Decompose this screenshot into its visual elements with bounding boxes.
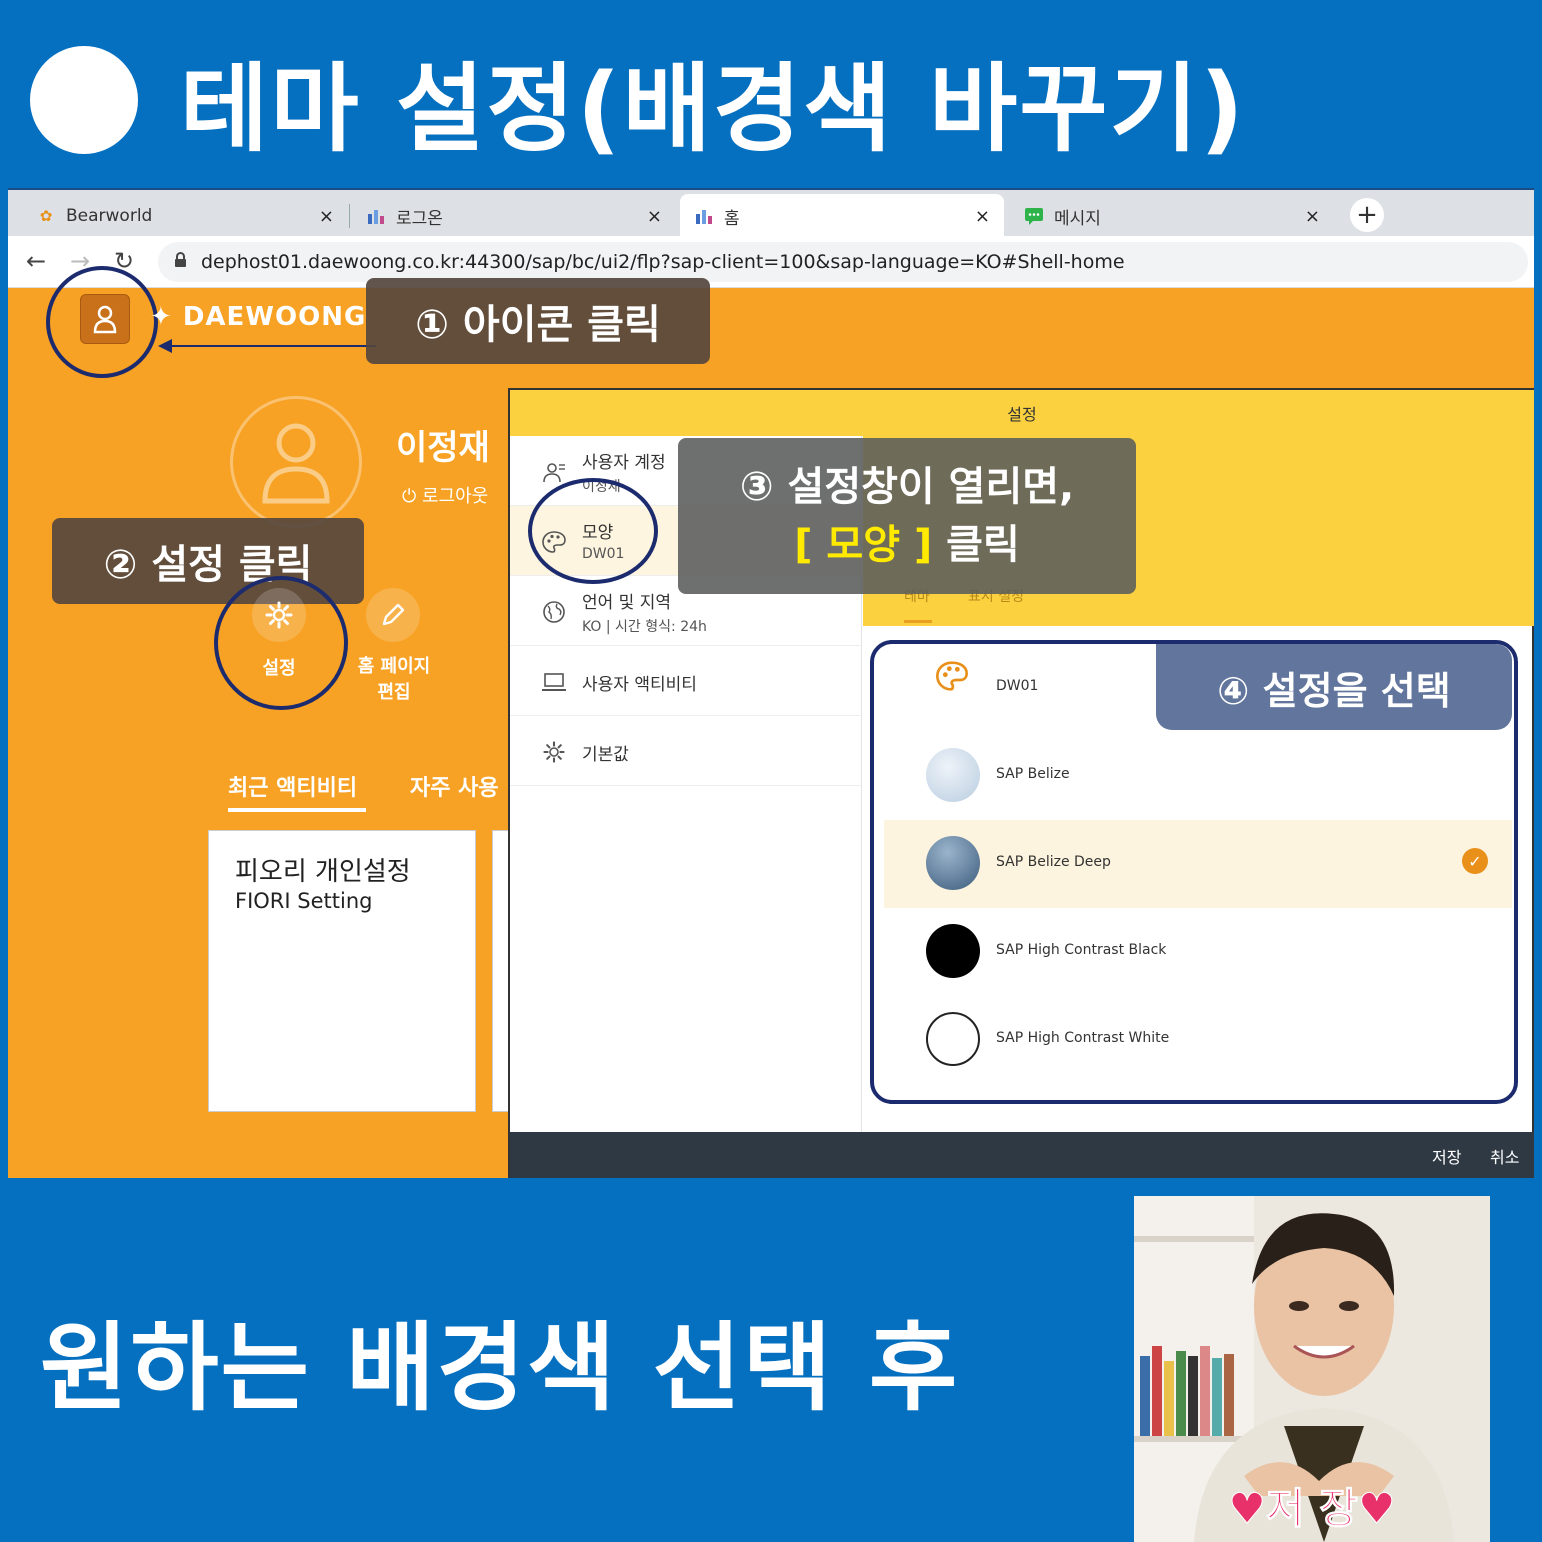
tab-logon[interactable]: 로그온 × — [352, 194, 676, 238]
theme-list: DW01 SAP Belize SAP Belize Deep ✓ SAP Hi… — [870, 640, 1518, 1104]
globe-icon — [540, 598, 568, 626]
arrow-head-icon — [158, 339, 172, 353]
new-tab-button[interactable]: + — [1350, 198, 1384, 232]
bottom-caption: 원하는 배경색 선택 후 — [40, 1312, 960, 1424]
cancel-button[interactable]: 취소 — [1490, 1144, 1519, 1168]
close-tab-icon[interactable]: × — [1305, 206, 1320, 227]
highlight-ring-avatar — [46, 266, 158, 378]
power-icon: ⏻ — [402, 486, 422, 507]
pencil-icon — [382, 603, 405, 626]
photo-caption: ♥저 장♥ — [1228, 1484, 1396, 1534]
browser-tab-bar: ✿ Bearworld × 로그온 × 홈 × 메시지 × + — [8, 188, 1534, 238]
chat-favicon-icon — [1024, 206, 1044, 226]
settings-dialog: 설정 사용자 계정 이정재 모양 DW01 언어 및 지역 KO | 시간 형식… — [508, 388, 1534, 1178]
tab-recent-activity[interactable]: 최근 액티비티 — [228, 770, 357, 802]
palette-icon — [934, 660, 970, 696]
logout-link[interactable]: ⏻ 로그아웃 — [402, 482, 488, 508]
highlight-ring-appearance — [528, 478, 658, 584]
close-tab-icon[interactable]: × — [319, 206, 334, 227]
profile-avatar — [230, 396, 362, 528]
active-tab-indicator — [228, 808, 366, 812]
edit-home-label: 홈 페이지 편집 — [357, 656, 431, 703]
save-button[interactable]: 저장 — [1432, 1144, 1461, 1168]
url-field[interactable]: dephost01.daewoong.co.kr:44300/sap/bc/ui… — [158, 242, 1528, 282]
close-tab-icon[interactable]: × — [975, 206, 990, 227]
gear-icon — [540, 738, 568, 766]
user-large-icon — [262, 423, 330, 504]
url-text: dephost01.daewoong.co.kr:44300/sap/bc/ui… — [201, 251, 1125, 273]
theme-row-hc-black[interactable]: SAP High Contrast Black — [884, 908, 1512, 996]
theme-swatch — [926, 924, 980, 978]
recent-card[interactable]: 피오리 개인설정 FIORI Setting — [208, 830, 476, 1112]
bear-logo-icon: ✦ — [150, 302, 183, 332]
sap-favicon-icon — [366, 206, 386, 226]
card-title: 피오리 개인설정 — [235, 857, 411, 887]
dialog-footer: 저장 취소 — [510, 1132, 1534, 1178]
theme-row-hc-white[interactable]: SAP High Contrast White — [884, 996, 1512, 1084]
headline: 테마 설정(배경색 바꾸기) — [30, 30, 1246, 170]
headline-text: 테마 설정(배경색 바꾸기) — [180, 52, 1246, 165]
tab-home[interactable]: 홈 × — [680, 194, 1004, 238]
highlight-ring-settings — [214, 576, 348, 710]
card-subtitle: FIORI Setting — [235, 889, 373, 913]
callout-step1: ① 아이콘 클릭 — [366, 278, 710, 364]
active-subtab-indicator — [904, 620, 932, 623]
daewoong-logo: ✦ DAEWOONG — [150, 302, 367, 332]
nav-user-activity[interactable]: 사용자 액티비티 — [510, 646, 862, 716]
close-tab-icon[interactable]: × — [647, 206, 662, 227]
laptop-icon — [540, 668, 568, 696]
theme-swatch — [926, 1012, 980, 1066]
callout-step3: ③ 설정창이 열리면, [ 모양 ] 클릭 — [678, 438, 1136, 594]
person-photo: ♥저 장♥ — [1134, 1196, 1490, 1542]
nav-defaults[interactable]: 기본값 — [510, 716, 862, 786]
theme-swatch — [926, 748, 980, 802]
back-icon[interactable]: ← — [26, 247, 46, 275]
bear-favicon-icon: ✿ — [39, 207, 53, 225]
bullet-dot-icon — [30, 46, 138, 154]
dialog-title: 설정 — [510, 390, 1534, 436]
checkmark-icon: ✓ — [1462, 848, 1488, 874]
user-account-icon — [540, 458, 568, 486]
tab-bearworld[interactable]: ✿ Bearworld × — [22, 194, 348, 238]
browser-screenshot: ✿ Bearworld × 로그온 × 홈 × 메시지 × + ← → ↻ de… — [8, 188, 1534, 1178]
address-bar: ← → ↻ dephost01.daewoong.co.kr:44300/sap… — [8, 236, 1534, 288]
tab-divider — [349, 204, 350, 228]
sap-favicon-icon — [694, 206, 714, 226]
theme-row-belize-deep[interactable]: SAP Belize Deep ✓ — [884, 820, 1512, 908]
tab-messages[interactable]: 메시지 × — [1010, 194, 1334, 238]
callout-step4: ④ 설정을 선택 — [1156, 644, 1512, 730]
lock-icon — [174, 252, 187, 272]
theme-swatch — [926, 836, 980, 890]
user-name: 이정재 — [396, 428, 490, 468]
theme-row-belize[interactable]: SAP Belize — [884, 732, 1512, 820]
edit-home-button[interactable] — [366, 588, 420, 642]
tab-frequently-used[interactable]: 자주 사용 — [410, 770, 499, 802]
pointer-arrow — [168, 345, 376, 347]
